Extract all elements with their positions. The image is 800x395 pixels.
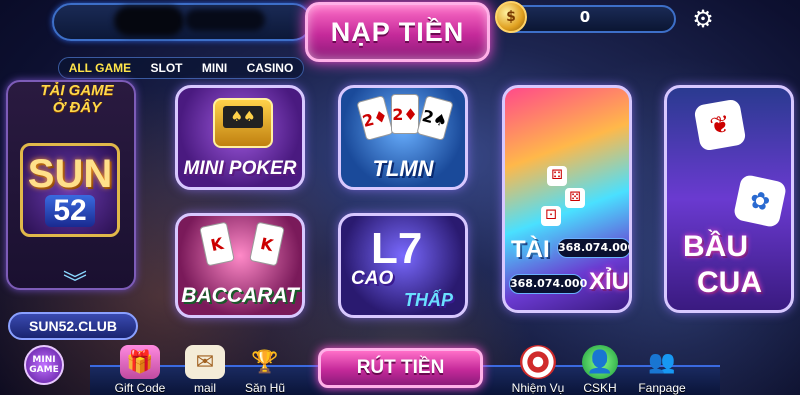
community-icon: 👥 bbox=[648, 349, 676, 375]
missions-label: Nhiệm Vụ bbox=[511, 381, 565, 395]
jackpot-hunt-button[interactable]: 🏆 Săn Hũ bbox=[235, 345, 295, 395]
chevron-down-icon[interactable]: ︾ bbox=[55, 268, 95, 298]
xiu-pot-value: 368.074.000 bbox=[509, 274, 587, 294]
l7-icon: L7 bbox=[371, 224, 423, 273]
tab-slot[interactable]: SLOT bbox=[147, 61, 187, 75]
mini-game-button[interactable]: MINI GAME bbox=[24, 345, 64, 385]
game-label: THẤP bbox=[404, 290, 453, 310]
bau-label: BẦU bbox=[683, 230, 748, 263]
support-agent-icon: 👤 bbox=[582, 345, 618, 379]
gift-code-label: Gift Code bbox=[114, 381, 166, 395]
withdraw-button[interactable]: RÚT TIỀN bbox=[318, 348, 483, 388]
gourd-dice-icon: ❦ bbox=[693, 98, 747, 152]
mail-icon: ✉ bbox=[185, 345, 225, 379]
gift-code-button[interactable]: 🎁 Gift Code bbox=[110, 345, 170, 395]
fanpage-label: Fanpage bbox=[638, 381, 686, 395]
tab-mini[interactable]: MINI bbox=[198, 61, 231, 75]
avatar[interactable] bbox=[114, 6, 184, 36]
game-label: MINI POKER bbox=[183, 158, 297, 179]
username-blurred bbox=[185, 9, 265, 31]
slot-reels-icon: ♠♠ bbox=[223, 106, 263, 128]
support-label: CSKH bbox=[583, 381, 617, 395]
game-label: TLMN bbox=[372, 156, 434, 181]
game-tile-baccarat[interactable]: K K BACCARAT bbox=[175, 213, 305, 318]
tai-pot-value: 368.074.000 bbox=[557, 238, 629, 258]
jackpot-hunt-label: Săn Hũ bbox=[244, 381, 286, 395]
xiu-label: XỈU bbox=[589, 268, 630, 295]
game-tile-mini-poker[interactable]: ♠♠ MINI POKER bbox=[175, 85, 305, 190]
card-icon: 2♦ bbox=[356, 95, 394, 141]
card-icon: 2♠ bbox=[416, 95, 454, 141]
cua-label: CUA bbox=[697, 266, 762, 299]
trophy-icon: 🏆 bbox=[251, 349, 279, 375]
tab-casino[interactable]: CASINO bbox=[243, 61, 298, 75]
game-tile-cao-thap[interactable]: L7 CAO THẤP bbox=[338, 213, 468, 318]
dice-icon: ⚃ bbox=[547, 166, 567, 186]
dice-icon: ⚀ bbox=[541, 206, 561, 226]
tai-label: TÀI bbox=[511, 236, 550, 263]
deposit-button[interactable]: NẠP TIỀN bbox=[305, 2, 490, 62]
card-icon: K bbox=[249, 221, 285, 267]
crab-dice-icon: ✿ bbox=[732, 173, 788, 229]
mail-button[interactable]: ✉ mail bbox=[175, 345, 235, 395]
download-label: TẢI GAME Ở ĐÂY bbox=[40, 82, 114, 116]
sun52-logo[interactable]: SUN 52 bbox=[20, 143, 120, 237]
mail-label: mail bbox=[193, 381, 216, 395]
support-button[interactable]: 👤 CSKH bbox=[570, 345, 630, 395]
tab-all-game[interactable]: ALL GAME bbox=[65, 61, 135, 75]
game-label: CAO bbox=[351, 268, 394, 289]
card-icon: 2♦ bbox=[391, 94, 419, 134]
coin-icon: $ bbox=[495, 1, 527, 33]
game-tile-tai-xiu[interactable]: ⚃ ⚄ ⚀ TÀI 368.074.000 368.074.000 XỈU bbox=[502, 85, 632, 313]
target-icon bbox=[520, 345, 556, 379]
game-tile-tlmn[interactable]: 2♦ 2♦ 2♠ TLMN bbox=[338, 85, 468, 190]
fanpage-button[interactable]: 👥 Fanpage bbox=[632, 345, 692, 395]
game-label: BACCARAT bbox=[181, 284, 299, 307]
gear-icon[interactable]: ⚙ bbox=[690, 6, 716, 32]
site-label: SUN52.CLUB bbox=[8, 312, 138, 340]
gift-icon: 🎁 bbox=[120, 345, 160, 379]
game-filter-tabs: ALL GAME SLOT MINI CASINO bbox=[58, 57, 304, 79]
dice-icon: ⚄ bbox=[565, 188, 585, 208]
card-icon: K bbox=[199, 221, 235, 267]
missions-button[interactable]: Nhiệm Vụ bbox=[508, 345, 568, 395]
game-tile-bau-cua[interactable]: ❦ ✿ BẦU CUA bbox=[664, 85, 794, 313]
balance-value: 0 bbox=[579, 8, 591, 26]
